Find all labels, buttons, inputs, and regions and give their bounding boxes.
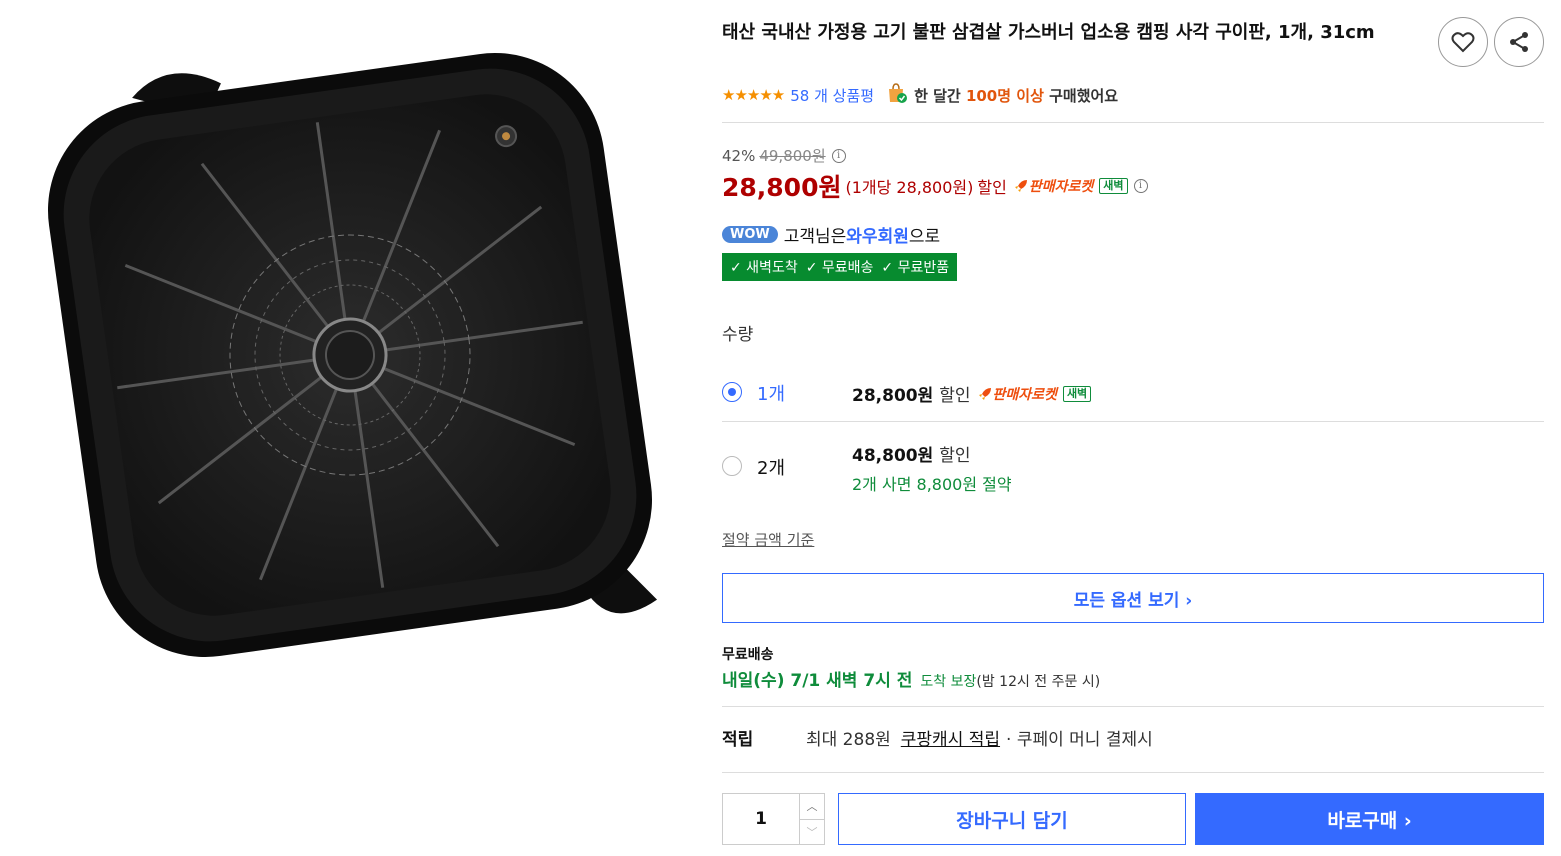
unit-price: (1개당 28,800원): [845, 178, 974, 197]
monthly-purchase-text: 한 달간 100명 이상 구매했어요: [914, 86, 1119, 105]
info-icon[interactable]: i: [1133, 179, 1148, 193]
rocket-icon: [978, 387, 991, 400]
option-price: 48,800원 할인: [852, 446, 971, 466]
product-image[interactable]: [0, 0, 705, 856]
product-info-panel: 태산 국내산 가정용 고기 불판 삼겹살 가스버너 업소용 캠핑 사각 구이판,…: [722, 0, 1544, 856]
divider: [722, 706, 1544, 707]
rating-row: ★★★★★ 58 개 상품평 한 달간 100명 이상 구매했어요: [722, 82, 1118, 108]
benefit-dawn-delivery: ✓ 새벽도착: [730, 260, 798, 276]
delivery-guarantee: 도착 보장: [920, 674, 977, 690]
chevron-down-icon[interactable]: ﹀: [800, 820, 824, 845]
points-label: 적립: [722, 730, 754, 750]
shipping-label: 무료배송: [722, 647, 774, 663]
grill-pan-image: [47, 52, 658, 658]
membership-prefix: 고객님은: [783, 227, 847, 247]
shopping-bag-icon: [886, 82, 908, 108]
option-radio[interactable]: [722, 456, 742, 476]
option-radio[interactable]: [722, 382, 742, 402]
discount-label: 할인: [977, 178, 1007, 197]
wow-benefits-box: ✓ 새벽도착 ✓ 무료배송 ✓ 무료반품: [722, 253, 958, 281]
order-condition: (밤 12시 전 주문 시): [976, 674, 1101, 690]
seller-rocket-badge: 판매자로켓: [1013, 176, 1093, 196]
original-price-row: 42% 49,800원 i: [722, 145, 846, 166]
stepper-buttons: ︿ ﹀: [799, 794, 824, 844]
coupang-cash-link[interactable]: 쿠팡캐시 적립: [901, 725, 1000, 750]
quantity-stepper: ︿ ﹀: [722, 793, 825, 845]
option-saving: 2개 사면 8,800원 절약: [852, 475, 1012, 494]
product-title: 태산 국내산 가정용 고기 불판 삼겹살 가스버너 업소용 캠핑 사각 구이판,…: [722, 22, 1375, 43]
saving-basis-link[interactable]: 절약 금액 기준: [722, 529, 814, 550]
rocket-icon: [1014, 180, 1027, 192]
info-icon[interactable]: i: [831, 148, 846, 163]
option-name: 1개: [757, 384, 786, 405]
quantity-input[interactable]: [723, 794, 799, 844]
divider: [722, 421, 1544, 422]
view-all-options-button[interactable]: 모든 옵션 보기 ›: [722, 573, 1544, 623]
share-icon: [1510, 32, 1528, 52]
benefit-free-shipping: ✓ 무료배송: [805, 260, 874, 276]
dawn-delivery-badge: 새벽: [1099, 178, 1128, 194]
points-row: 적립 최대 288원 쿠팡캐시 적립 · 쿠페이 머니 결제시: [722, 725, 1153, 750]
share-button[interactable]: [1494, 17, 1544, 67]
rating-stars[interactable]: ★★★★★: [722, 86, 785, 104]
delivery-date: 내일(수) 7/1 새벽 7시 전: [722, 671, 913, 691]
points-condition: · 쿠페이 머니 결제시: [1006, 730, 1153, 750]
chevron-up-icon[interactable]: ︿: [800, 794, 824, 820]
benefit-free-return: ✓ 무료반품: [881, 260, 950, 276]
heart-icon: [1451, 32, 1475, 53]
review-count-link[interactable]: 58 개 상품평: [790, 85, 874, 106]
points-max: 최대 288원: [806, 730, 891, 750]
buy-now-button[interactable]: 바로구매 ›: [1195, 793, 1544, 845]
dawn-delivery-badge: 새벽: [1062, 385, 1092, 402]
sale-price: 28,800원: [722, 173, 842, 202]
divider: [722, 772, 1544, 773]
quantity-option-2[interactable]: 2개 48,800원 할인 2개 사면 8,800원 절약: [722, 430, 1544, 500]
membership-suffix: 으로: [908, 227, 941, 247]
wishlist-button[interactable]: [1438, 17, 1488, 67]
option-price: 28,800원 할인 판매자로켓 새벽: [852, 381, 1092, 406]
quantity-option-1[interactable]: 1개 28,800원 할인 판매자로켓 새벽: [722, 370, 1544, 420]
discount-rate: 42%: [722, 146, 756, 165]
add-to-cart-button[interactable]: 장바구니 담기: [838, 793, 1186, 845]
delivery-estimate: 내일(수) 7/1 새벽 7시 전 도착 보장 (밤 12시 전 주문 시): [722, 666, 1100, 691]
membership-name: 와우회원: [846, 227, 909, 247]
wow-badge: WOW: [722, 226, 778, 243]
option-name: 2개: [757, 458, 786, 479]
quantity-label: 수량: [722, 325, 754, 345]
divider: [722, 122, 1544, 123]
sale-price-row: 28,800원 (1개당 28,800원) 할인 판매자로켓 새벽 i: [722, 168, 1148, 204]
wow-membership-row: WOW 고객님은 와우회원 으로: [722, 222, 940, 247]
seller-rocket-badge: 판매자로켓: [977, 384, 1057, 404]
original-price: 49,800원: [759, 147, 826, 165]
